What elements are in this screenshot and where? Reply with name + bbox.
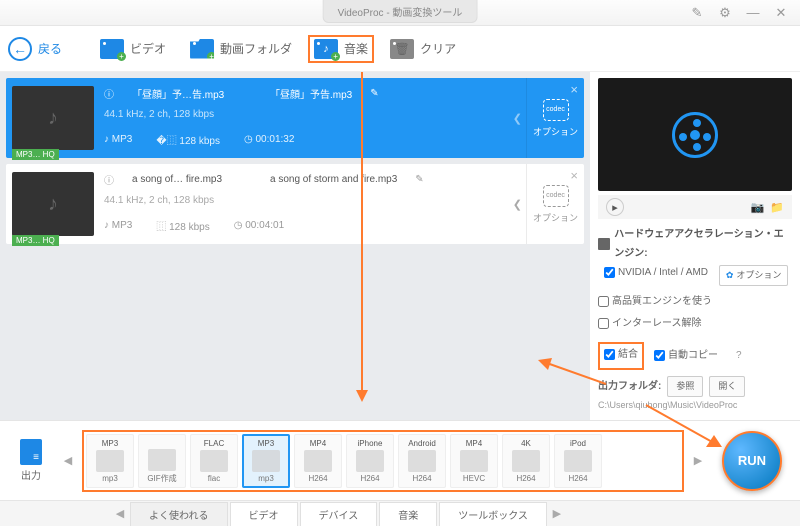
tab-scroll-left[interactable]: ◀: [112, 507, 128, 520]
main-toolbar: ← 戻る + ビデオ + 動画フォルダ + 音楽 🗑 クリア: [0, 26, 800, 72]
hw-accel-title: ハードウェアアクセラレーション・エンジン:: [614, 225, 792, 263]
merge-checkbox[interactable]: 結合: [604, 345, 638, 364]
preview-panel: [598, 78, 792, 191]
open-folder-button[interactable]: 📁: [770, 201, 784, 214]
output-icon: [20, 439, 42, 465]
format-list: MP3mp3 GIF作成FLACflacMP3mp3MP4H264iPhoneH…: [82, 430, 684, 492]
close-button[interactable]: ✕: [768, 3, 794, 23]
open-output-button[interactable]: 開く: [709, 376, 745, 397]
remove-item-button[interactable]: ×: [570, 82, 578, 97]
source-filename: a song of… fire.mp3: [132, 174, 252, 185]
tab-scroll-right[interactable]: ▶: [549, 507, 565, 520]
category-tab[interactable]: よく使われる: [130, 502, 228, 526]
format-preset[interactable]: 4KH264: [502, 434, 550, 488]
format-thumb-icon: [252, 450, 280, 472]
deinterlace-checkbox[interactable]: インターレース解除: [598, 314, 702, 333]
edit-name-icon[interactable]: ✎: [370, 88, 378, 99]
chip-icon: [598, 238, 610, 250]
format-thumb-icon: [512, 450, 540, 472]
format-thumb-icon: [96, 450, 124, 472]
output-filename: a song of storm and fire.mp3: [270, 174, 397, 185]
folder-icon: +: [190, 39, 214, 59]
app-logo-icon: [672, 112, 718, 158]
minimize-button[interactable]: —: [740, 3, 766, 23]
output-folder-label: 出力フォルダ:: [598, 377, 661, 396]
settings-icon[interactable]: ⚙: [712, 3, 738, 23]
add-video-button[interactable]: + ビデオ: [92, 35, 174, 63]
media-info: 44.1 kHz, 2 ch, 128 kbps: [104, 195, 505, 206]
category-tabs: ◀ よく使われるビデオデバイス音楽ツールボックス▶: [0, 500, 800, 526]
video-icon: +: [100, 39, 124, 59]
format-thumb-icon: [460, 450, 488, 472]
codec-icon: codec: [543, 185, 569, 207]
quality-badge: MP3… HQ: [12, 235, 59, 246]
format-thumb-icon: [564, 450, 592, 472]
music-icon: +: [314, 39, 338, 59]
output-folder-path: C:\Users\qiuhong\Music\VideoProc: [598, 397, 792, 414]
format-thumb-icon: [304, 450, 332, 472]
output-filename: 「昼顔」予告.mp3: [270, 86, 352, 101]
hw-vendor-checkbox[interactable]: NVIDIA / Intel / AMD: [604, 263, 708, 282]
format-preset[interactable]: MP4HEVC: [450, 434, 498, 488]
format-preset[interactable]: iPodH264: [554, 434, 602, 488]
category-tab[interactable]: 音楽: [379, 502, 437, 526]
info-icon[interactable]: ⓘ: [104, 172, 114, 187]
add-music-button[interactable]: + 音楽: [308, 35, 374, 63]
format-preset[interactable]: AndroidH264: [398, 434, 446, 488]
play-button[interactable]: ▸: [606, 198, 624, 216]
format-thumb-icon: [356, 450, 384, 472]
media-info: 44.1 kHz, 2 ch, 128 kbps: [104, 109, 505, 120]
format-preset[interactable]: FLACflac: [190, 434, 238, 488]
run-button[interactable]: RUN: [722, 431, 782, 491]
file-list: ♪ MP3… HQ ⓘ 「昼顔」予…告.mp3 「昼顔」予告.mp3 ✎ 44.…: [0, 72, 590, 420]
file-item[interactable]: ♪ MP3… HQ ⓘ a song of… fire.mp3 a song o…: [6, 164, 584, 244]
back-label: 戻る: [38, 40, 62, 57]
expand-icon[interactable]: ❮: [509, 164, 526, 244]
hw-option-button[interactable]: ✿オプション: [719, 265, 789, 286]
output-label: 出力: [21, 467, 41, 482]
format-preset[interactable]: GIF作成: [138, 434, 186, 488]
app-title: VideoProc - 動画変換ツール: [323, 0, 478, 23]
file-thumbnail: ♪ MP3… HQ: [12, 86, 94, 150]
source-filename: 「昼顔」予…告.mp3: [132, 86, 252, 101]
gear-icon: ✿: [726, 267, 734, 284]
hq-engine-checkbox[interactable]: 高品質エンジンを使う: [598, 292, 712, 311]
codec-icon: codec: [543, 99, 569, 121]
feedback-icon[interactable]: ✎: [684, 3, 710, 23]
browse-button[interactable]: 参照: [667, 376, 703, 397]
remove-item-button[interactable]: ×: [570, 168, 578, 183]
category-tab[interactable]: ビデオ: [230, 502, 298, 526]
format-thumb-icon: [200, 450, 228, 472]
info-icon[interactable]: ⓘ: [104, 86, 114, 101]
category-tab[interactable]: デバイス: [300, 502, 378, 526]
back-button[interactable]: ← 戻る: [8, 37, 62, 61]
snapshot-button[interactable]: 📷: [751, 201, 765, 214]
titlebar: VideoProc - 動画変換ツール ✎ ⚙ — ✕: [0, 0, 800, 26]
back-arrow-icon: ←: [8, 37, 32, 61]
autocopy-checkbox[interactable]: 自動コピー: [654, 346, 718, 365]
format-preset[interactable]: MP3mp3: [242, 434, 290, 488]
add-folder-button[interactable]: + 動画フォルダ: [182, 35, 300, 63]
clear-button[interactable]: 🗑 クリア: [382, 35, 464, 63]
format-thumb-icon: [148, 449, 176, 471]
edit-name-icon[interactable]: ✎: [415, 174, 423, 185]
category-tab[interactable]: ツールボックス: [439, 502, 547, 526]
file-thumbnail: ♪ MP3… HQ: [12, 172, 94, 236]
scroll-left-button[interactable]: ◀: [60, 454, 76, 467]
scroll-right-button[interactable]: ▶: [690, 454, 706, 467]
expand-icon[interactable]: ❮: [509, 78, 526, 158]
trash-icon: 🗑: [390, 39, 414, 59]
file-item[interactable]: ♪ MP3… HQ ⓘ 「昼顔」予…告.mp3 「昼顔」予告.mp3 ✎ 44.…: [6, 78, 584, 158]
format-preset[interactable]: iPhoneH264: [346, 434, 394, 488]
help-icon[interactable]: ?: [736, 346, 742, 365]
quality-badge: MP3… HQ: [12, 149, 59, 160]
format-preset[interactable]: MP4H264: [294, 434, 342, 488]
format-thumb-icon: [408, 450, 436, 472]
format-preset[interactable]: MP3mp3: [86, 434, 134, 488]
